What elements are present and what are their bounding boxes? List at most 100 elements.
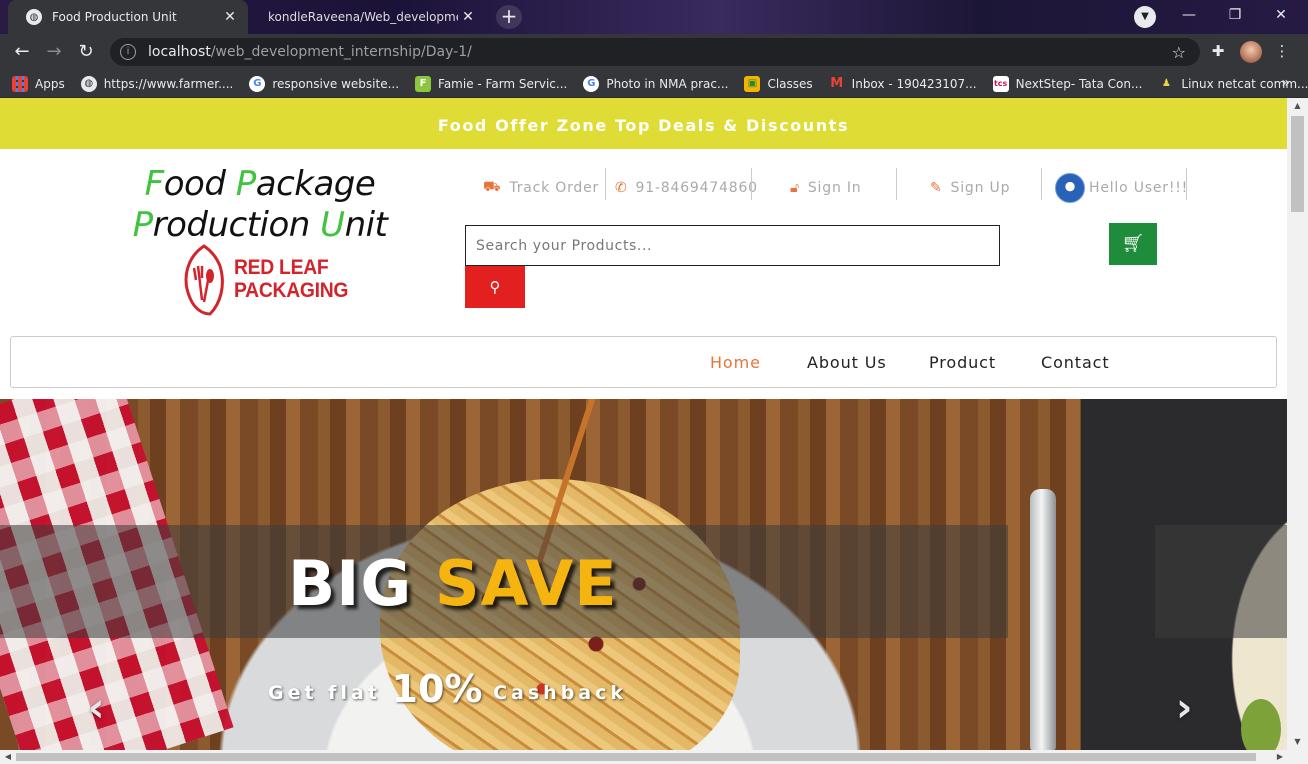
brand-initial: F	[144, 164, 165, 204]
scroll-left-icon[interactable]: ◀	[0, 750, 16, 764]
apps-grid-icon	[12, 75, 28, 92]
carousel-next-chevron-icon[interactable]: ›	[1176, 685, 1192, 731]
olive	[1241, 699, 1281, 750]
menu-kebab-icon[interactable]: ⋮	[1272, 42, 1292, 62]
offer-banner: Food Offer Zone Top Deals & Discounts	[0, 98, 1287, 149]
google-icon: G	[249, 75, 266, 92]
red-leaf-logo[interactable]: RED LEAF PACKAGING	[180, 244, 348, 316]
scroll-thumb[interactable]	[1291, 116, 1304, 212]
tab-search-icon[interactable]: ▼	[1134, 6, 1156, 28]
track-order-link[interactable]: ⛟ Track Order	[483, 168, 599, 208]
scroll-right-icon[interactable]: ▶	[1272, 750, 1288, 764]
tab-close-icon[interactable]: ✕	[220, 9, 240, 25]
famie-f-icon: F	[415, 75, 432, 92]
carousel-prev-chevron-icon[interactable]: ‹	[88, 685, 104, 731]
address-bar[interactable]: i localhost/web_development_internship/D…	[110, 38, 1200, 66]
scroll-down-icon[interactable]: ▼	[1287, 734, 1308, 750]
reload-icon[interactable]: ↻	[74, 40, 98, 64]
divider	[1041, 168, 1042, 200]
caption-band	[1155, 525, 1287, 638]
hero-big: BIG	[288, 547, 413, 620]
bookmark-label: https://www.farmer....	[103, 76, 234, 91]
cart-icon: 🛒︎	[1121, 233, 1145, 254]
bookmark-apps[interactable]: Apps	[12, 75, 65, 92]
new-tab-button[interactable]: +	[496, 5, 522, 29]
bookmark-star-icon[interactable]: ☆	[1172, 43, 1186, 62]
browser-tab-strip: ◍ Food Production Unit ✕ kondleRaveena/W…	[0, 0, 1308, 34]
bookmark-photo-nma[interactable]: G Photo in NMA prac...	[583, 75, 729, 92]
user-greeting[interactable]: Hello User!!!	[1055, 168, 1188, 208]
bookmark-label: NextStep- Tata Con...	[1015, 76, 1143, 91]
search-button[interactable]: ⚲	[465, 266, 525, 308]
bookmark-label: Apps	[35, 76, 65, 91]
logo-line-1: RED LEAF	[234, 256, 329, 279]
truck-icon: ⛟	[483, 179, 502, 195]
tab-close-icon[interactable]: ✕	[458, 9, 478, 25]
brand-text: nit	[344, 205, 388, 245]
logo-line-2: PACKAGING	[234, 279, 349, 302]
hero-save: SAVE	[434, 547, 618, 620]
bookmark-famie[interactable]: F Famie - Farm Servic...	[415, 75, 567, 92]
browser-tab-active[interactable]: ◍ Food Production Unit ✕	[8, 0, 248, 34]
sign-up-label: Sign Up	[950, 180, 1011, 196]
horizontal-scrollbar[interactable]: ◀ ▶	[0, 750, 1308, 764]
page-viewport: Food Offer Zone Top Deals & Discounts Fo…	[0, 98, 1287, 750]
bookmark-farmer[interactable]: ◍ https://www.farmer....	[80, 75, 234, 92]
search-box	[465, 225, 1000, 266]
sign-in-link[interactable]: 🔓︎ Sign In	[790, 168, 861, 208]
nav-home[interactable]: Home	[710, 353, 761, 372]
bookmark-classes[interactable]: ▣ Classes	[744, 75, 813, 92]
brand-initial: P	[235, 164, 257, 204]
logo-wordmark: RED LEAF PACKAGING	[234, 256, 348, 302]
info-icon[interactable]: i	[120, 44, 136, 60]
browser-tab-inactive[interactable]: kondleRaveena/Web_developme ✕	[250, 0, 486, 34]
vertical-scrollbar[interactable]: ▲ ▼	[1287, 98, 1308, 750]
nav-about-us[interactable]: About Us	[807, 353, 887, 372]
bookmark-label: Photo in NMA prac...	[606, 76, 729, 91]
bookmark-nextstep[interactable]: tcs NextStep- Tata Con...	[992, 75, 1143, 92]
bookmark-inbox[interactable]: M Inbox - 190423107...	[829, 75, 976, 92]
more-bookmarks-icon[interactable]: »	[1281, 75, 1290, 91]
gmail-icon: M	[830, 75, 844, 91]
close-window-icon[interactable]: ✕	[1258, 0, 1304, 30]
hero-subline: Get flat 10% Cashback	[268, 667, 627, 711]
extensions-puzzle-icon[interactable]: ✚	[1208, 42, 1228, 62]
sign-up-link[interactable]: ✎ Sign Up	[930, 168, 1010, 208]
bookmark-label: Classes	[767, 76, 813, 91]
bookmark-responsive[interactable]: G responsive website...	[249, 75, 400, 92]
brand-initial: P	[132, 205, 154, 245]
tab-title: kondleRaveena/Web_developme	[268, 10, 458, 24]
nav-contact[interactable]: Contact	[1041, 353, 1110, 372]
bookmarks-bar: Apps ◍ https://www.farmer.... G responsi…	[0, 70, 1308, 98]
main-navbar: Home About Us Product Contact	[10, 336, 1277, 388]
phone-link[interactable]: ✆ 91-8469474860	[615, 168, 758, 208]
linux-tux-icon: ♟	[1161, 77, 1171, 89]
nav-product[interactable]: Product	[929, 353, 996, 372]
globe-icon: ◍	[80, 75, 97, 92]
brand-text: roduction	[152, 205, 321, 245]
cart-button[interactable]: 🛒︎	[1109, 223, 1157, 265]
back-arrow-icon[interactable]: ←	[10, 40, 34, 64]
hero-get-flat: Get flat	[268, 682, 381, 704]
google-icon: G	[583, 75, 600, 92]
hero-carousel: BIG SAVE Get flat 10% Cashback ‹ ›	[0, 399, 1287, 750]
restore-icon[interactable]: ❐	[1212, 0, 1258, 30]
browser-toolbar: ← → ↻ i localhost/web_development_intern…	[0, 34, 1308, 70]
hero-percent: 10%	[391, 667, 483, 711]
phone-label: 91-8469474860	[635, 180, 758, 196]
brand-initial: U	[320, 205, 345, 245]
divider	[896, 168, 897, 200]
minimize-icon[interactable]: —	[1166, 0, 1212, 30]
unlock-icon: 🔓︎	[790, 180, 800, 196]
profile-avatar[interactable]	[1240, 41, 1262, 63]
tcs-icon: tcs	[992, 75, 1009, 92]
forward-arrow-icon[interactable]: →	[42, 40, 66, 64]
search-input[interactable]	[476, 237, 999, 254]
tab-title: Food Production Unit	[52, 10, 177, 24]
scroll-thumb[interactable]	[16, 753, 1256, 761]
hero-headline: BIG SAVE	[288, 547, 618, 621]
brand-line-1: Food Package	[110, 164, 410, 205]
divider	[605, 168, 606, 200]
scroll-up-icon[interactable]: ▲	[1287, 98, 1308, 114]
bookmark-label: responsive website...	[272, 76, 400, 91]
